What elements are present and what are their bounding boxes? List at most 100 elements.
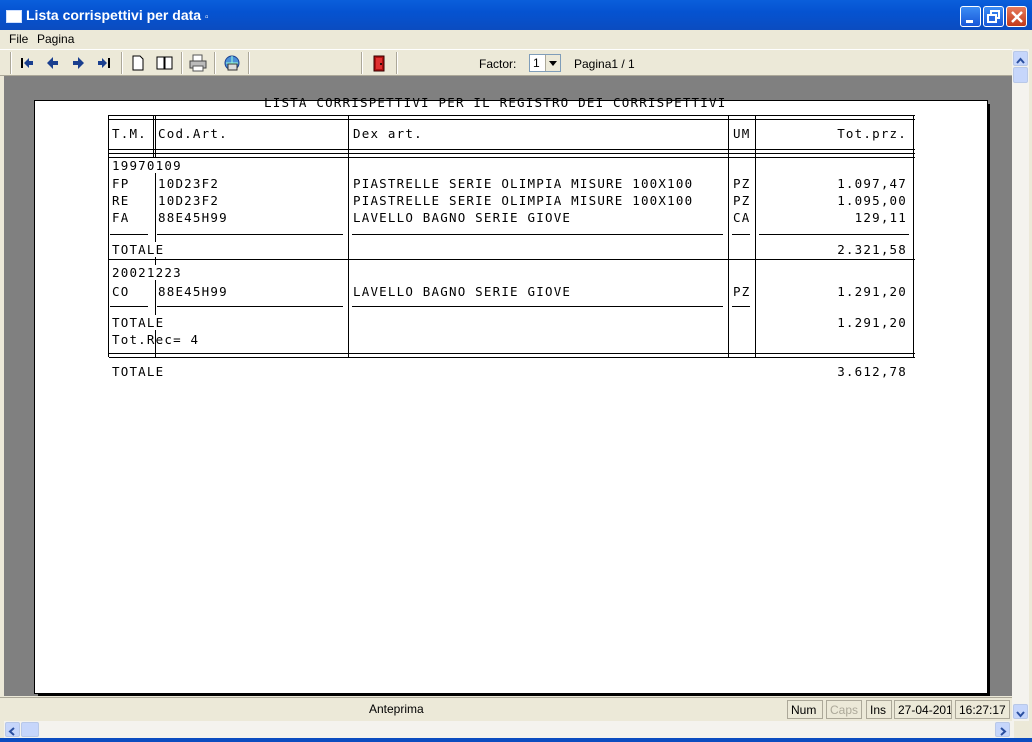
row-um: PZ (733, 284, 751, 299)
row-tot: 1.291,20 (837, 284, 907, 299)
arrow-left-icon (47, 57, 58, 69)
window-icon (6, 10, 22, 23)
close-button[interactable] (1006, 6, 1027, 27)
row-tm: CO (112, 284, 130, 299)
window-title: Lista corrispettivi per data ▫ (26, 7, 209, 23)
last-page-button[interactable] (94, 53, 114, 73)
export-button[interactable] (222, 53, 242, 73)
row-cod: 10D23F2 (158, 176, 220, 191)
horizontal-scroll-thumb[interactable] (21, 722, 39, 737)
row-um: CA (733, 210, 751, 225)
status-bar: Anteprima Num Caps Ins 27-04-2016 16:27:… (0, 697, 1012, 722)
report-page: LISTA CORRISPETTIVI PER IL REGISTRO DEI … (34, 95, 988, 694)
row-tm: RE (112, 193, 130, 208)
minimize-icon (966, 20, 973, 23)
toolbar-separator (361, 52, 363, 74)
subtotal-rule (157, 306, 343, 307)
toolbar: Factor: 1 Pagina1 / 1 (0, 49, 1014, 76)
grand-total-label: TOTALE (112, 364, 165, 379)
subtotal-rule (157, 234, 343, 235)
first-page-icon (21, 58, 33, 68)
subtotal-rule (732, 234, 750, 235)
group-total-label: TOTALE (112, 242, 165, 257)
horizontal-scrollbar[interactable] (4, 721, 1014, 738)
group-date: 20021223 (112, 265, 182, 280)
toolbar-separator (181, 52, 183, 74)
row-tot: 1.095,00 (837, 193, 907, 208)
exit-button[interactable] (369, 53, 389, 73)
scroll-thumb[interactable] (1013, 67, 1028, 83)
record-count: Tot.Rec= 4 (112, 332, 200, 347)
group-total-value: 1.291,20 (837, 315, 907, 330)
column-line (348, 115, 349, 357)
title-suffix-icon: ▫ (204, 12, 209, 23)
chevron-right-icon (1000, 727, 1007, 736)
chevron-down-icon (549, 61, 557, 66)
previous-page-button[interactable] (43, 53, 63, 73)
factor-value: 1 (533, 56, 540, 70)
scroll-right-button[interactable] (995, 722, 1010, 737)
row-cod: 88E45H99 (158, 210, 228, 225)
header-um: UM (733, 126, 751, 141)
window-frame-bottom (0, 738, 1032, 742)
row-tot: 1.097,47 (837, 176, 907, 191)
print-button[interactable] (188, 53, 208, 73)
toolbar-separator (248, 52, 250, 74)
subtotal-rule (759, 234, 909, 235)
row-tm: FA (112, 210, 130, 225)
single-page-button[interactable] (128, 53, 148, 73)
column-line (728, 115, 729, 357)
header-rule-bottom (109, 149, 915, 150)
row-tm: FP (112, 176, 130, 191)
chevron-down-icon (1016, 711, 1025, 718)
footer-rule (109, 357, 915, 358)
toolbar-separator (121, 52, 123, 74)
subtotal-rule (732, 306, 750, 307)
column-line (755, 115, 756, 357)
row-dex: LAVELLO BAGNO SERIE GIOVE (353, 210, 572, 225)
printer-icon (189, 54, 207, 72)
grand-total-value: 3.612,78 (837, 364, 907, 379)
globe-export-icon (224, 55, 240, 71)
header-rule-top2 (109, 119, 915, 120)
status-date: 27-04-2016 (894, 700, 952, 719)
header-tot-prz: Tot.prz. (837, 126, 907, 141)
subtotal-rule (110, 306, 148, 307)
next-page-button[interactable] (68, 53, 88, 73)
status-ins: Ins (866, 700, 892, 719)
toolbar-grip (10, 52, 12, 74)
scroll-down-button[interactable] (1013, 704, 1028, 719)
dropdown-button[interactable] (545, 55, 560, 71)
subtotal-rule (110, 234, 148, 235)
header-rule-bottom2 (109, 153, 915, 154)
restore-button[interactable] (983, 6, 1004, 27)
exit-door-icon (373, 55, 385, 72)
header-cod-art: Cod.Art. (158, 126, 228, 141)
row-cod: 10D23F2 (158, 193, 220, 208)
chevron-left-icon (8, 727, 15, 736)
title-bar[interactable]: Lista corrispettivi per data ▫ (0, 0, 1032, 30)
vertical-scrollbar[interactable] (1012, 49, 1029, 721)
group-date: 19970109 (112, 158, 182, 173)
first-page-button[interactable] (17, 53, 37, 73)
arrow-right-icon (73, 57, 84, 69)
minimize-button[interactable] (960, 6, 981, 27)
status-num: Num (787, 700, 823, 719)
scroll-left-button[interactable] (5, 722, 20, 737)
single-page-icon (132, 55, 144, 71)
header-tm: T.M. (112, 126, 147, 141)
menu-pagina[interactable]: Pagina (37, 32, 74, 46)
two-pages-icon (156, 56, 173, 70)
menu-file[interactable]: File (9, 32, 28, 46)
two-pages-button[interactable] (155, 53, 175, 73)
group-total-label: TOTALE (112, 315, 165, 330)
column-line (108, 115, 109, 357)
row-dex: PIASTRELLE SERIE OLIMPIA MISURE 100X100 (353, 193, 694, 208)
header-rule-top (109, 115, 915, 116)
row-tot: 129,11 (854, 210, 907, 225)
report-title: LISTA CORRISPETTIVI PER IL REGISTRO DEI … (264, 95, 727, 110)
last-page-icon (98, 58, 110, 68)
menu-bar: File Pagina (0, 30, 1032, 49)
factor-select[interactable]: 1 (529, 54, 561, 72)
scroll-up-button[interactable] (1013, 51, 1028, 66)
